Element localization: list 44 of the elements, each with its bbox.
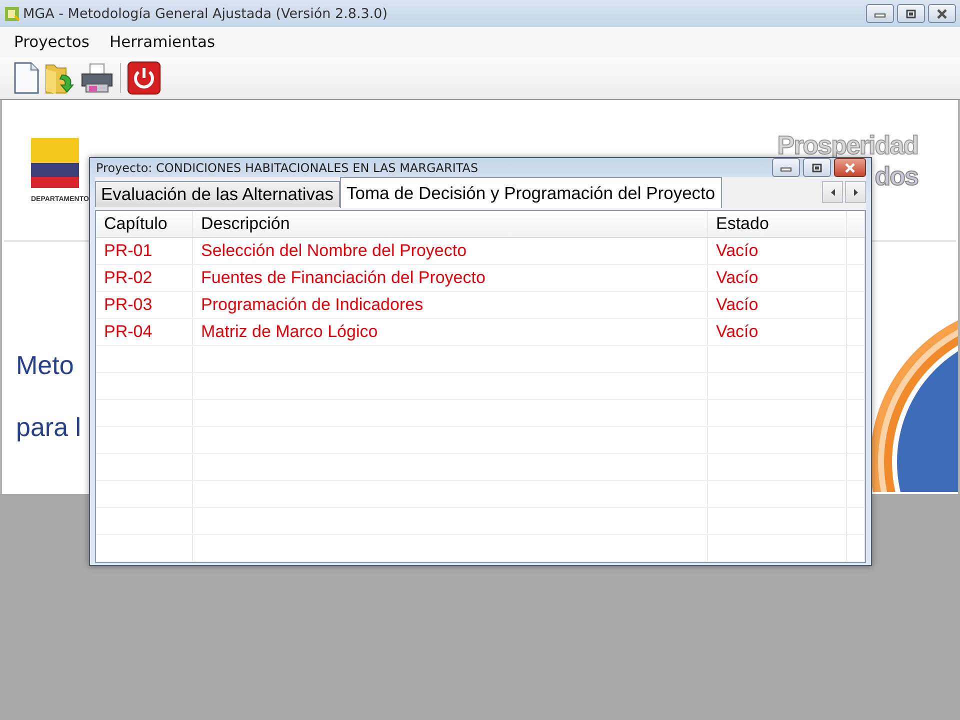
app-icon	[4, 6, 20, 22]
close-icon	[844, 162, 856, 172]
menu-item[interactable]: Herramientas	[109, 33, 216, 51]
dialog-title: Proyecto: CONDICIONES HABITACIONALES EN LAS MARGARITAS	[95, 160, 478, 174]
table-cell: PR-02	[96, 265, 193, 291]
table-cell: Vacío	[708, 238, 847, 264]
table-cell: Matriz de Marco Lógico	[193, 319, 708, 345]
maximize-icon	[811, 162, 823, 172]
minimize-button[interactable]	[866, 4, 894, 23]
maximize-button[interactable]	[803, 158, 831, 177]
table-cell: Vacío	[708, 292, 847, 318]
table-cell: PR-03	[96, 292, 193, 318]
scroll-left-button[interactable]	[822, 181, 843, 203]
slogan-text: Prosperidad	[777, 130, 918, 161]
window-title: MGA - Metodología General Ajustada (Versión 2.8.3.0)	[23, 6, 388, 22]
table-cell: Selección del Nombre del Proyecto	[193, 238, 708, 264]
slogan-text: dos	[874, 161, 918, 192]
right-arrow-icon	[854, 188, 858, 196]
left-arrow-icon	[830, 188, 834, 196]
printer-icon[interactable]	[80, 62, 114, 94]
column-header[interactable]: Capítulo	[96, 211, 193, 237]
heading-text: para l	[16, 412, 82, 444]
close-button[interactable]	[928, 4, 956, 23]
table-cell: Programación de Indicadores	[193, 292, 708, 318]
menu-item[interactable]: Proyectos	[14, 33, 90, 51]
power-icon[interactable]	[127, 61, 161, 95]
close-icon	[936, 8, 948, 18]
close-button[interactable]	[834, 158, 866, 177]
table-cell: Vacío	[708, 319, 847, 345]
minimize-button[interactable]	[772, 158, 800, 177]
tab[interactable]: Toma de Decisión y Programación del Proyecto	[340, 177, 722, 208]
heading-text: Meto	[16, 350, 75, 382]
tab[interactable]: Evaluación de las Alternativas	[95, 181, 340, 207]
table-cell: Fuentes de Financiación del Proyecto	[193, 265, 708, 291]
table-cell: PR-04	[96, 319, 193, 345]
column-header[interactable]: Descripción	[193, 211, 708, 237]
new-document-icon[interactable]	[12, 62, 40, 94]
table-cell: Vacío	[708, 265, 847, 291]
column-header[interactable]: Estado	[708, 211, 847, 237]
maximize-icon	[905, 8, 917, 18]
table-cell: PR-01	[96, 238, 193, 264]
scroll-right-button[interactable]	[845, 181, 866, 203]
flag-icon	[31, 138, 79, 188]
maximize-button[interactable]	[897, 4, 925, 23]
